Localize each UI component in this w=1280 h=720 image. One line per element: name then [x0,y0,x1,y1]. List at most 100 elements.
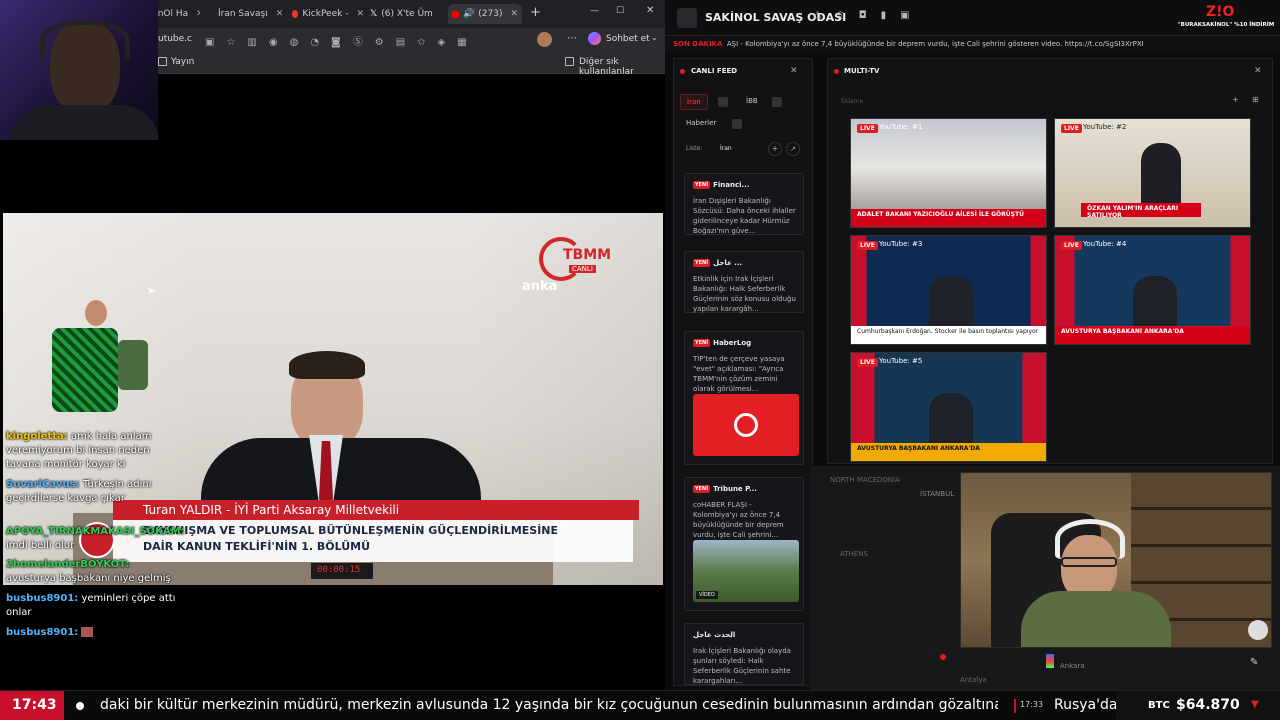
new-badge: YENİ [693,339,711,347]
tv-tile-2[interactable]: LIVE YouTube: #2 ÖZKAN YALIM'IN ARAÇLARI… [1054,118,1251,228]
chat-username: busbus8901: [6,593,79,604]
list-label: Liste: [686,145,703,152]
folder-icon [565,57,574,66]
feed-card[interactable]: YENİ HaberLog TİP'ten de çerçeve yasaya "… [684,331,804,465]
tab-haberler[interactable]: Haberler [680,116,722,132]
feed-card[interactable]: YENİ عاجل ... Etkinlik için Irak İçişleri… [684,251,804,313]
ticker-text: daki bir kültür merkezinin müdürü, merke… [100,697,998,713]
new-badge: YENİ [693,259,711,267]
tab-3[interactable]: KickPeek - ✕ [292,4,364,24]
tile-caption: ÖZKAN YALIM'IN ARAÇLARI SATILIYOR [1081,203,1201,219]
map-marker-icon[interactable] [1046,654,1054,668]
header-action-icons[interactable]: ⚠◎◘▮▣ [813,10,924,21]
close-icon[interactable]: ✕ [276,9,282,19]
overlay-sticker [30,300,150,415]
tv-tile-3[interactable]: LIVE YouTube: #3 Cumhurbaşkanı Erdoğan, … [850,235,1047,345]
address-bar[interactable]: utube.c [158,34,192,44]
minimize-button[interactable]: — [590,6,599,16]
grid-icon[interactable]: ⊞ [1252,95,1259,104]
tab-iran[interactable]: İran [680,94,708,110]
tv-tile-5[interactable]: LIVE YouTube: #5 AVUSTURYA BAŞBAKANI ANK… [850,352,1047,462]
tile-label: YouTube: #2 [1083,123,1127,131]
news-ticker: 17:43 daki bir kültür merkezinin müdürü,… [0,690,1280,720]
feed-source: الحدث عاجل [693,631,736,639]
profile-avatar[interactable] [537,32,552,47]
tile-label: YouTube: #5 [879,357,923,365]
btc-box: BTC $64.870 ▼ [1116,691,1280,720]
map-marker-icon[interactable] [940,654,946,660]
headline-line-1: DAYANIŞMA VE TOPLUMSAL BÜTÜNLEŞMENİN GÜÇ… [143,524,559,537]
tile-label: YouTube: #1 [879,123,923,131]
ticker-bullet-icon [76,702,84,710]
copilot-icon [588,32,601,45]
close-icon[interactable]: ✕ [356,9,364,19]
feed-card[interactable]: YENİ Financi... İran Dışişleri Bakanlığı … [684,173,804,235]
new-tab-button[interactable]: + [530,5,541,20]
chat-username: SuvariCavus: [6,479,80,490]
extension-icons[interactable]: ▣☆▥◉◍◔◙Ⓢ⚙▤✩◈▦ [205,33,479,48]
speaker-icon[interactable]: 🔊 [463,9,474,19]
feed-card[interactable]: YENİ Tribune P... coHABER FLAŞI - Kolombi… [684,477,804,611]
tv-tile-1[interactable]: LIVE YouTube: #1 ADALET BAKANI YAZICIOĞL… [850,118,1047,228]
btc-label: BTC [1148,700,1170,711]
grid-icon[interactable] [732,119,742,129]
feed-card[interactable]: الحدث عاجل Irak İçişleri Bakanlığı olayd… [684,623,804,685]
tile-caption: ADALET BAKANI YAZICIOĞLU AİLESİ İLE GÖRÜ… [851,209,1046,227]
live-label: CANLI [569,265,596,273]
brand-logo-icon: Z!O [1206,4,1235,20]
speaker-name: Turan YALDIR - İYİ Parti Aksaray Milletv… [143,503,400,517]
tab-label: (273) [478,9,503,19]
channel-search-input[interactable]: Ekleme [838,95,1218,109]
mouse-cursor-icon: ➤ [147,286,156,297]
tab-ibb[interactable]: İBB [740,94,764,110]
streamer-webcam-left [0,0,158,140]
feed-text: İran Dışişleri Bakanlığı Sözcüsü: Daha ö… [693,197,796,236]
chevron-down-icon[interactable]: ⌄ [651,33,658,42]
list-select[interactable]: İran [716,142,764,156]
ticker-next-text: Rusya'da [1054,697,1118,713]
close-icon[interactable]: ✕ [196,9,200,19]
tile-label: YouTube: #3 [879,240,923,248]
tile-caption: AVUSTURYA BAŞBAKANI ANKARA'DA [1055,326,1250,344]
tab-5-active[interactable]: 🔊 (273) ✕ [448,4,522,24]
live-badge: LIVE [1061,124,1082,133]
speaker-name-bar: Turan YALDIR - İYİ Parti Aksaray Milletv… [113,500,639,520]
add-button[interactable]: + [1232,95,1239,104]
streamer-webcam-right [960,472,1272,648]
video-thumbnail[interactable]: VİDEO [693,540,799,602]
close-icon[interactable]: ✕ [1254,66,1262,76]
globe-icon[interactable] [1248,620,1268,640]
agency-logo: anka [522,279,558,294]
tile-caption: AVUSTURYA BAŞBAKANI ANKARA'DA [851,443,1046,461]
feed-text: coHABER FLAŞI - Kolombiya'yı az önce 7,4… [693,501,784,540]
bookmark-yayin[interactable]: Yayın [171,57,194,67]
breaking-news-strip: SON DAKİKA AŞI - Kolombiya'yı az önce 7,… [665,36,1280,52]
live-dot-icon [680,69,685,74]
add-button[interactable]: + [768,142,782,156]
chat-message: busbus8901: yeminleri çöpe attı onlar [6,592,176,620]
headphones [40,20,130,60]
grid-icon[interactable] [718,97,728,107]
map-label: Ankara [1060,662,1085,670]
more-menu-icon[interactable]: ⋯ [567,33,577,44]
feed-text: TİP'ten de çerçeve yasaya "evet" açıklam… [693,355,785,394]
pencil-icon[interactable]: ✎ [1250,657,1258,668]
chat-text: imdi belli olur [6,540,75,551]
map-label: Antalya [960,676,987,684]
btc-value: $64.870 [1176,697,1240,713]
maximize-button[interactable]: ☐ [616,6,624,16]
window-close-button[interactable]: ✕ [646,5,654,16]
tab-2[interactable]: İran Savaşı ✕ [214,4,282,24]
close-icon[interactable]: ✕ [510,9,518,19]
expand-icon[interactable]: ↗ [786,142,800,156]
tv-tile-4[interactable]: LIVE YouTube: #4 AVUSTURYA BAŞBAKANI ANK… [1054,235,1251,345]
chat-button[interactable]: Sohbet et [606,34,650,44]
feed-source: Tribune P... [713,485,757,493]
close-icon[interactable]: ✕ [790,66,798,76]
brand-discount: "BURAKSAKİNOL" %10 İNDİRİM [1177,22,1275,28]
video-timer: 00:00:15 [311,563,373,579]
tab-4[interactable]: 𝕏(6) X'te Üm✕ [370,4,440,24]
tile-caption: Cumhurbaşkanı Erdoğan, Stocker ile basın… [851,326,1046,344]
grid-icon[interactable] [772,97,782,107]
headline-bar: DAYANIŞMA VE TOPLUMSAL BÜTÜNLEŞMENİN GÜÇ… [113,520,633,562]
